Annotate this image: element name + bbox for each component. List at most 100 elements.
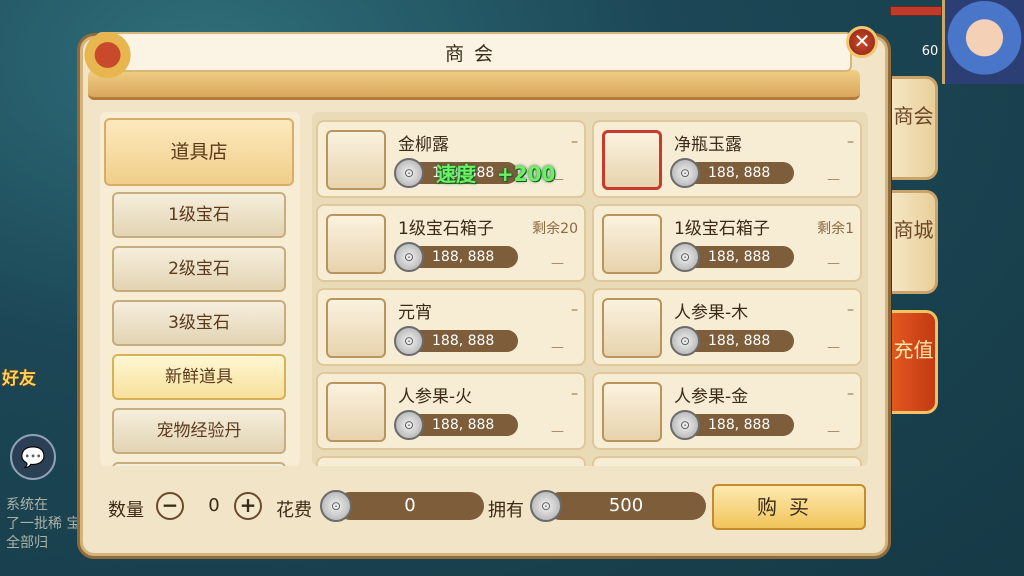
cost-label: 花费 [276, 500, 312, 521]
item-price: ⊙ 188, 888 [670, 242, 794, 272]
item-stock: – [571, 302, 578, 318]
dash-mark: — [827, 424, 840, 439]
item-grid: 金柳露 – ⊙ 188, 888 速度 +200 — 净瓶玉露 – ⊙ 188, 8… [312, 112, 868, 466]
category-item[interactable]: 2级宝石 [112, 246, 286, 292]
level-badge: 60 [921, 44, 939, 59]
silver-coin-icon: ⊙ [530, 490, 562, 522]
ginseng-fruit-wood-icon [602, 298, 662, 358]
ginseng-fruit-fire-icon [326, 382, 386, 442]
item-price: ⊙ 188, 888 [394, 242, 518, 272]
dash-mark: — [551, 424, 564, 439]
gem-chest-icon [326, 214, 386, 274]
price-value: 188, 888 [432, 417, 495, 433]
jade-vase-dew-icon [602, 130, 662, 190]
item-stock: 剩余20 [532, 221, 578, 237]
item-card[interactable]: 1级宝石箱子 剩余20 ⊙ 188, 888 — [316, 204, 586, 282]
item-name: 金柳露 [398, 135, 449, 155]
silver-coin-icon: ⊙ [394, 158, 424, 188]
silver-coin-icon: ⊙ [670, 326, 700, 356]
item-name: 净瓶玉露 [674, 135, 742, 155]
plus-button[interactable]: + [234, 492, 262, 520]
item-stock: – [847, 302, 854, 318]
glutinous-ball-icon [326, 298, 386, 358]
item-price: ⊙ 188, 888 [394, 410, 518, 440]
own-value: 500 [546, 492, 706, 520]
category-item[interactable]: 宠物经验丹 [112, 408, 286, 454]
dash-mark: — [551, 172, 564, 187]
item-card[interactable]: 元宵 – ⊙ 188, 888 — [316, 288, 586, 366]
buy-button[interactable]: 购买 [712, 484, 866, 530]
price-value: 188, 888 [708, 417, 771, 433]
category-item[interactable]: 1级宝石 [112, 192, 286, 238]
item-price: ⊙ 188, 888 [670, 410, 794, 440]
ginseng-fruit-gold-icon [602, 382, 662, 442]
close-icon[interactable]: ✕ [846, 26, 878, 58]
chat-icon[interactable]: 💬 [10, 434, 56, 480]
silver-coin-icon: ⊙ [394, 326, 424, 356]
minus-button[interactable]: − [156, 492, 184, 520]
category-list: 道具店 1级宝石 2级宝石 3级宝石 新鲜道具 宠物经验丹 [100, 112, 300, 466]
speed-bonus-text: 速度 +200 [436, 158, 555, 187]
gem-chest-icon [602, 214, 662, 274]
chat-preview: 系统在 了一批稀 宝全部归 [6, 496, 86, 553]
item-price: ⊙ 188, 888 [670, 158, 794, 188]
tab-recharge[interactable]: 充值 [892, 310, 938, 414]
silver-coin-icon: ⊙ [394, 242, 424, 272]
silver-coin-icon: ⊙ [670, 410, 700, 440]
own-label: 拥有 [488, 500, 524, 521]
chat-text: 了一批稀 宝全部归 [6, 516, 81, 551]
item-name: 人参果-木 [674, 303, 749, 323]
dash-mark: — [551, 340, 564, 355]
item-stock: – [847, 386, 854, 402]
price-value: 188, 888 [708, 249, 771, 265]
dash-mark: — [551, 256, 564, 271]
price-value: 188, 888 [432, 249, 495, 265]
tab-label: 充值 [893, 338, 934, 362]
item-name: 1级宝石箱子 [674, 219, 770, 239]
item-name: 人参果-金 [674, 387, 749, 407]
item-name: 1级宝石箱子 [398, 219, 494, 239]
silver-coin-icon: ⊙ [670, 158, 700, 188]
category-main[interactable]: 道具店 [104, 118, 294, 186]
window-title: 商会 [444, 43, 503, 65]
item-card[interactable] [592, 456, 862, 466]
silver-coin-icon: ⊙ [394, 410, 424, 440]
player-avatar[interactable] [942, 0, 1024, 84]
dash-mark: — [827, 172, 840, 187]
item-card[interactable]: 净瓶玉露 – ⊙ 188, 888 — [592, 120, 862, 198]
item-stock: – [571, 134, 578, 150]
chat-tag: 系统在 [6, 497, 48, 513]
price-value: 188, 888 [708, 333, 771, 349]
category-item[interactable] [112, 462, 286, 466]
item-name: 元宵 [398, 303, 432, 323]
dash-mark: — [827, 340, 840, 355]
title-ribbon [88, 70, 860, 100]
item-card[interactable] [316, 456, 586, 466]
purchase-bar: 数量 − 0 + 花费 0 ⊙ 拥有 500 ⊙ 购买 [100, 482, 880, 532]
item-stock: – [571, 386, 578, 402]
dash-mark: — [827, 256, 840, 271]
item-card[interactable]: 金柳露 – ⊙ 188, 888 速度 +200 — [316, 120, 586, 198]
silver-coin-icon: ⊙ [320, 490, 352, 522]
quantity-label: 数量 [108, 500, 144, 521]
tab-shop-guild[interactable]: 商会 [892, 76, 938, 180]
category-item-selected[interactable]: 新鲜道具 [112, 354, 286, 400]
price-value: 188, 888 [432, 333, 495, 349]
item-price: ⊙ 188, 888 [394, 326, 518, 356]
item-card[interactable]: 人参果-火 – ⊙ 188, 888 — [316, 372, 586, 450]
title-bar: 商会 [96, 32, 852, 72]
item-price: ⊙ 188, 888 [670, 326, 794, 356]
item-name: 人参果-火 [398, 387, 473, 407]
friends-button[interactable]: 好友 [2, 370, 40, 410]
item-card[interactable]: 1级宝石箱子 剩余1 ⊙ 188, 888 — [592, 204, 862, 282]
speed-value: +200 [496, 162, 556, 186]
horse-carriage-icon [82, 22, 146, 82]
price-value: 188, 888 [708, 165, 771, 181]
item-card[interactable]: 人参果-木 – ⊙ 188, 888 — [592, 288, 862, 366]
tab-mall[interactable]: 商城 [892, 190, 938, 294]
category-item[interactable]: 3级宝石 [112, 300, 286, 346]
silver-coin-icon: ⊙ [670, 242, 700, 272]
item-card[interactable]: 人参果-金 – ⊙ 188, 888 — [592, 372, 862, 450]
cost-value: 0 [336, 492, 484, 520]
speed-label: 速度 [436, 162, 476, 186]
